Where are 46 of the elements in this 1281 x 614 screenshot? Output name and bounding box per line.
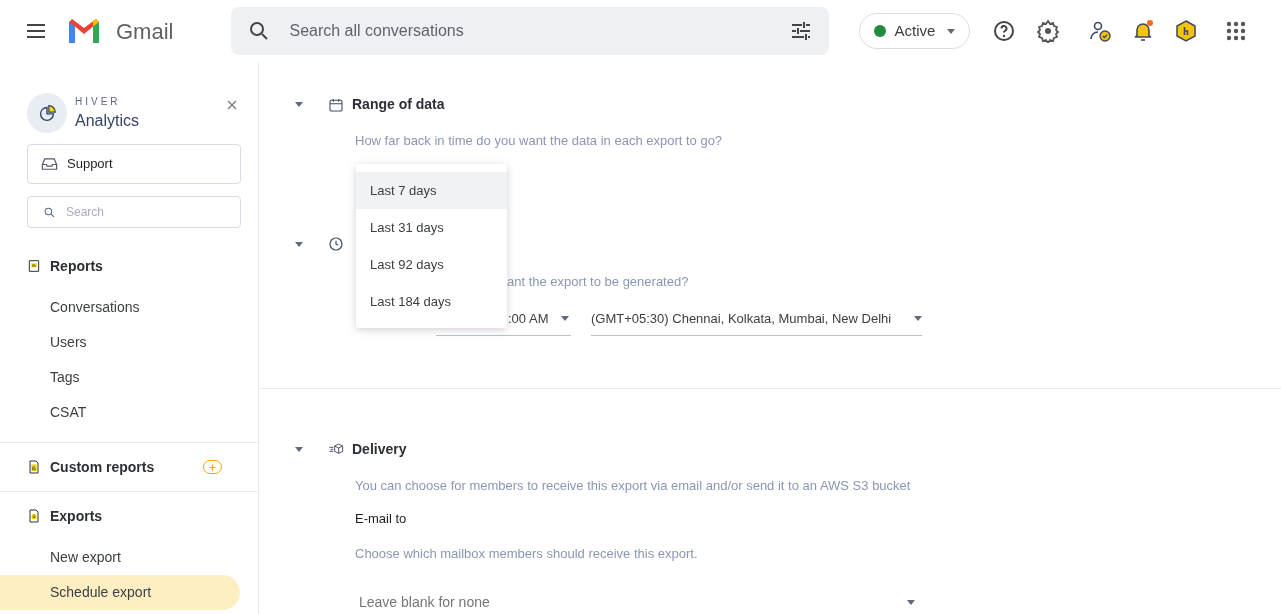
- menu-option[interactable]: Last 7 days: [356, 172, 507, 209]
- report-icon: [26, 258, 42, 274]
- user-check-icon[interactable]: [1088, 19, 1113, 43]
- section-heading: Range of data: [352, 95, 445, 114]
- brand-title: Analytics: [75, 110, 140, 131]
- sidebar-item[interactable]: Schedule export: [0, 575, 240, 610]
- search-icon: [43, 205, 56, 219]
- dropdown-caret-icon[interactable]: [907, 599, 915, 605]
- status-button[interactable]: Active: [859, 13, 971, 49]
- help-icon[interactable]: [992, 19, 1017, 43]
- search-bar[interactable]: Search all conversations: [231, 7, 830, 55]
- clock-icon: [328, 236, 344, 252]
- brand-overline: HIVER: [75, 94, 122, 109]
- section-title: Custom reports: [50, 457, 155, 477]
- section-title: Exports: [50, 506, 103, 526]
- calendar-icon: [328, 96, 344, 113]
- section-description: You can choose for members to receive this export via email and/or send it to an AWS S3 bucket: [355, 477, 912, 495]
- settings-icon[interactable]: [1036, 19, 1061, 43]
- field-hint: Choose which mailbox members should receive this export.: [355, 545, 699, 563]
- section-heading: Delivery: [352, 440, 407, 459]
- sidebar-item[interactable]: Users: [0, 325, 240, 360]
- chart-document-icon: [26, 459, 42, 475]
- collapse-caret-icon[interactable]: [295, 241, 303, 247]
- app-name: Gmail: [116, 17, 174, 46]
- sidebar-item[interactable]: Tags: [0, 360, 240, 395]
- mailbox-name: Support: [67, 155, 113, 174]
- hexagon-logo-icon[interactable]: [1174, 19, 1199, 43]
- menu-option[interactable]: Last 92 days: [356, 246, 507, 283]
- section-description: ant the export to be generated?: [507, 272, 690, 291]
- sidebar-item[interactable]: Conversations: [0, 290, 240, 325]
- search-field[interactable]: Search all conversations: [287, 18, 790, 44]
- section-title: Reports: [50, 256, 103, 276]
- search-box[interactable]: Search: [27, 196, 241, 228]
- menu-option[interactable]: Last 31 days: [356, 209, 507, 246]
- download-document-icon: [26, 508, 42, 524]
- section-description: How far back in time do you want the data in each export to go?: [355, 132, 724, 150]
- recipient-select[interactable]: Leave blank for none: [355, 583, 921, 614]
- sidebar-item[interactable]: CSAT: [0, 395, 240, 430]
- field-label: E-mail to: [355, 509, 408, 528]
- collapse-caret-icon[interactable]: [295, 447, 303, 452]
- mailbox-selector[interactable]: Support: [27, 144, 241, 184]
- timezone-select[interactable]: (GMT+05:30) Chennai, Kolkata, Mumbai, New Delhi: [591, 302, 922, 336]
- plus-icon: [208, 462, 217, 472]
- sidebar-item[interactable]: New export: [0, 540, 240, 575]
- collapse-caret-icon[interactable]: [295, 102, 303, 107]
- menu-option[interactable]: Last 184 days: [356, 283, 507, 320]
